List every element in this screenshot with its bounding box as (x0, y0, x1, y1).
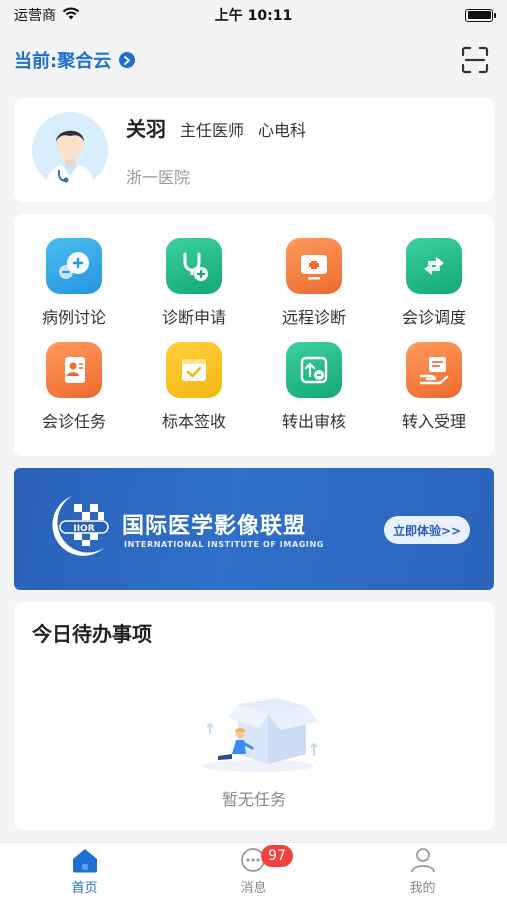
grid-item-transfer-out-review[interactable]: 转出审核 (254, 342, 374, 446)
stethoscope-add-icon (166, 238, 222, 294)
tab-bar: 首页 消息 我的 97 (0, 842, 507, 900)
grid-item-transfer-in-accept[interactable]: 转入受理 (374, 342, 494, 446)
grid-item-case-discussion[interactable]: 病例讨论 (14, 238, 134, 342)
empty-box-illustration (202, 698, 318, 772)
empty-state-text: 暂无任务 (221, 790, 286, 809)
home-icon (72, 849, 97, 873)
try-now-button[interactable]: 立即体验>> (384, 516, 470, 544)
tab-label: 首页 (71, 881, 98, 896)
grid-item-specimen-receipt[interactable]: 标本签收 (134, 342, 254, 446)
transfer-in-icon (406, 342, 462, 398)
swap-arrows-icon (406, 238, 462, 294)
grid-item-consult-dispatch[interactable]: 会诊调度 (374, 238, 494, 342)
unread-badge: 97 (261, 845, 293, 867)
banner-title: 国际医学影像联盟 (122, 514, 307, 539)
discussion-icon (46, 238, 102, 294)
grid-label: 标本签收 (161, 412, 226, 431)
grid-item-diagnosis-request[interactable]: 诊断申请 (134, 238, 254, 342)
banner-subtitle: INTERNATIONAL INSTITUTE OF IMAGING (124, 540, 324, 549)
chevron-right-icon (119, 52, 136, 68)
tab-home[interactable]: 首页 (0, 843, 169, 900)
iior-logo-icon: IIOR (52, 496, 109, 556)
grid-label: 诊断申请 (161, 308, 226, 327)
grid-label: 转入受理 (401, 412, 466, 431)
transfer-out-icon (286, 342, 342, 398)
platform-switcher[interactable]: 当前:聚合云 (14, 47, 136, 73)
platform-label: 当前:聚合云 (14, 51, 112, 72)
tab-mine[interactable]: 我的 (338, 843, 507, 900)
doctor-department: 心电科 (258, 120, 307, 140)
hospital-name: 浙一医院 (126, 167, 191, 187)
tab-label: 我的 (409, 881, 436, 896)
scan-icon (461, 46, 489, 74)
grid-item-remote-diagnosis[interactable]: 远程诊断 (254, 238, 374, 342)
status-time: 上午 10:11 (214, 8, 293, 24)
todo-title: 今日待办事项 (32, 622, 152, 646)
avatar (32, 112, 108, 188)
grid-label: 会诊调度 (401, 308, 466, 327)
scan-button[interactable] (457, 42, 493, 78)
todo-card: 今日待办事项 暂无任务 (14, 602, 494, 830)
grid-label: 病例讨论 (41, 308, 106, 327)
profile-card[interactable]: 关羽 主任医师 心电科 浙一医院 (14, 98, 494, 202)
doctor-name: 关羽 (126, 116, 166, 141)
tab-label: 消息 (240, 881, 267, 896)
function-grid: 病例讨论 诊断申请 远程诊断 会诊调度 会诊任务 标本签收 转出审核 转入受理 (14, 214, 494, 456)
top-bar: 当前:聚合云 (0, 40, 507, 80)
user-icon (410, 848, 435, 873)
grid-item-consult-task[interactable]: 会诊任务 (14, 342, 134, 446)
battery-icon (465, 8, 496, 22)
grid-label: 会诊任务 (41, 412, 106, 431)
check-box-icon (166, 342, 222, 398)
logo-text: IIOR (73, 524, 94, 534)
doctor-title: 主任医师 (180, 120, 245, 140)
profile-info: 关羽 主任医师 心电科 浙一医院 (126, 113, 306, 188)
grid-label: 远程诊断 (281, 308, 346, 327)
promo-banner[interactable]: IIOR 国际医学影像联盟 INTERNATIONAL INSTITUTE OF… (14, 468, 494, 590)
name-row: 关羽 主任医师 心电科 (126, 113, 306, 142)
task-doc-icon (46, 342, 102, 398)
grid-label: 转出审核 (281, 412, 346, 431)
monitor-cross-icon (286, 238, 342, 294)
tab-messages[interactable]: 消息 (169, 843, 338, 900)
status-bar: 运营商 上午 10:11 (0, 0, 507, 30)
